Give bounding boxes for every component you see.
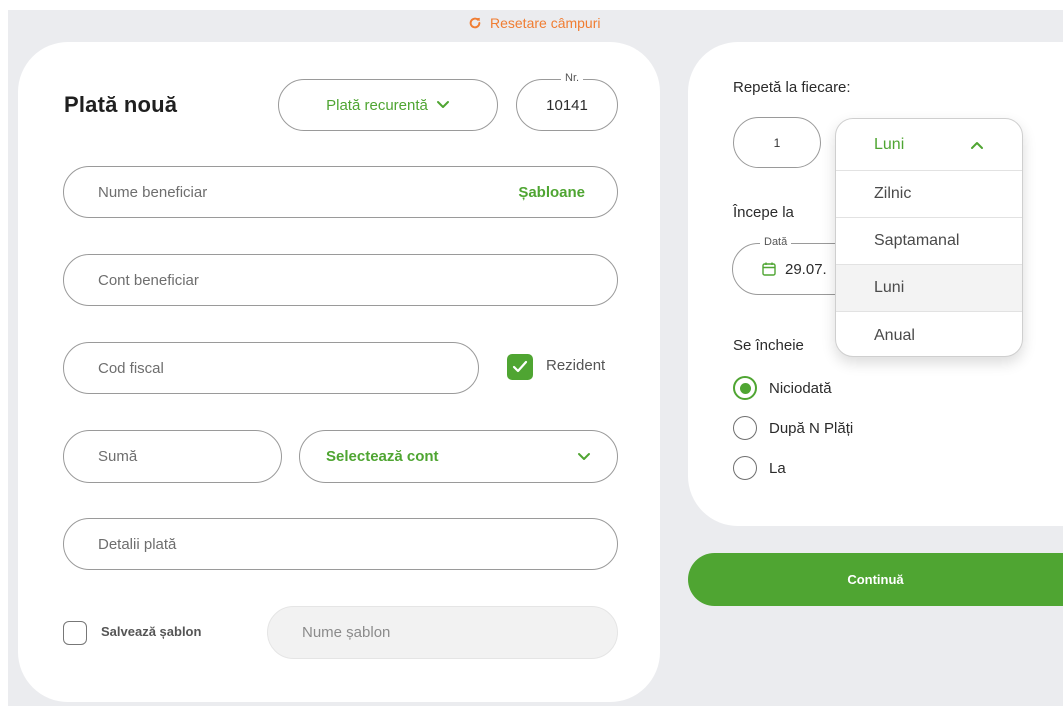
repeat-count-value: 1 — [773, 135, 781, 150]
resident-checkbox[interactable] — [507, 354, 533, 380]
payment-details-field[interactable]: Detalii plată — [63, 518, 618, 570]
repeat-unit-option-daily[interactable]: Zilnic — [836, 171, 1022, 218]
calendar-icon — [762, 262, 776, 276]
fiscal-code-placeholder: Cod fiscal — [98, 359, 164, 377]
checkmark-icon — [512, 360, 528, 373]
templates-link[interactable]: Șabloane — [518, 184, 585, 201]
payment-details-placeholder: Detalii plată — [98, 535, 177, 553]
beneficiary-name-placeholder: Nume beneficiar — [98, 183, 208, 201]
page-title: Plată nouă — [64, 92, 178, 117]
end-option-on-date[interactable]: La — [733, 456, 786, 480]
start-date-value: 29.07. — [785, 260, 827, 278]
chevron-down-icon — [578, 452, 590, 460]
continue-button[interactable]: Continuă — [688, 553, 1063, 606]
date-legend: Dată — [760, 236, 792, 248]
select-account-label: Selectează cont — [326, 448, 439, 465]
repeat-label: Repetă la fiecare: — [733, 79, 851, 96]
fiscal-code-field[interactable]: Cod fiscal — [63, 342, 479, 394]
end-option-on-date-label: La — [769, 459, 786, 477]
beneficiary-account-field[interactable]: Cont beneficiar — [63, 254, 618, 306]
payment-number-label: Nr. — [561, 72, 584, 84]
refresh-icon — [469, 17, 481, 29]
resident-label: Rezident — [546, 357, 606, 374]
repeat-unit-dropdown[interactable]: Luni Zilnic Saptamanal Luni Anual — [835, 118, 1023, 357]
end-option-never-label: Niciodată — [769, 379, 832, 397]
beneficiary-account-placeholder: Cont beneficiar — [98, 271, 199, 289]
repeat-unit-selected-label: Luni — [874, 135, 905, 153]
payment-type-select[interactable]: Plată recurentă — [278, 79, 498, 131]
end-option-never[interactable]: Niciodată — [733, 376, 832, 400]
chevron-down-icon — [436, 101, 449, 108]
template-name-field[interactable]: Nume șablon — [267, 606, 618, 659]
repeat-unit-option-yearly[interactable]: Anual — [836, 312, 1022, 356]
radio-icon — [733, 456, 757, 480]
chevron-up-icon — [971, 141, 983, 149]
amount-field[interactable]: Sumă — [63, 430, 282, 483]
repeat-count-field[interactable]: 1 — [733, 117, 821, 168]
repeat-unit-option-monthly[interactable]: Luni — [836, 265, 1022, 312]
reset-fields-label: Resetare câmpuri — [490, 15, 601, 31]
payment-type-label: Plată recurentă — [326, 96, 428, 114]
select-account-dropdown[interactable]: Selectează cont — [299, 430, 618, 483]
start-label: Începe la — [733, 204, 794, 221]
radio-icon — [733, 416, 757, 440]
end-option-after-n[interactable]: După N Plăți — [733, 416, 853, 440]
continue-label: Continuă — [847, 572, 904, 587]
payment-number-field[interactable]: 10141 — [516, 79, 618, 131]
radio-selected-icon — [733, 376, 757, 400]
payment-number-value: 10141 — [546, 96, 588, 114]
end-label: Se încheie — [733, 337, 804, 354]
save-template-checkbox[interactable] — [63, 621, 87, 645]
reset-fields-button[interactable]: Resetare câmpuri — [468, 12, 601, 34]
save-template-label: Salvează șablon — [101, 624, 202, 639]
repeat-unit-selected[interactable]: Luni — [836, 119, 1022, 171]
end-option-after-n-label: După N Plăți — [769, 419, 854, 437]
template-name-placeholder: Nume șablon — [302, 624, 391, 641]
amount-placeholder: Sumă — [98, 448, 138, 465]
beneficiary-name-field[interactable]: Nume beneficiar Șabloane — [63, 166, 618, 218]
repeat-unit-option-weekly[interactable]: Saptamanal — [836, 218, 1022, 265]
